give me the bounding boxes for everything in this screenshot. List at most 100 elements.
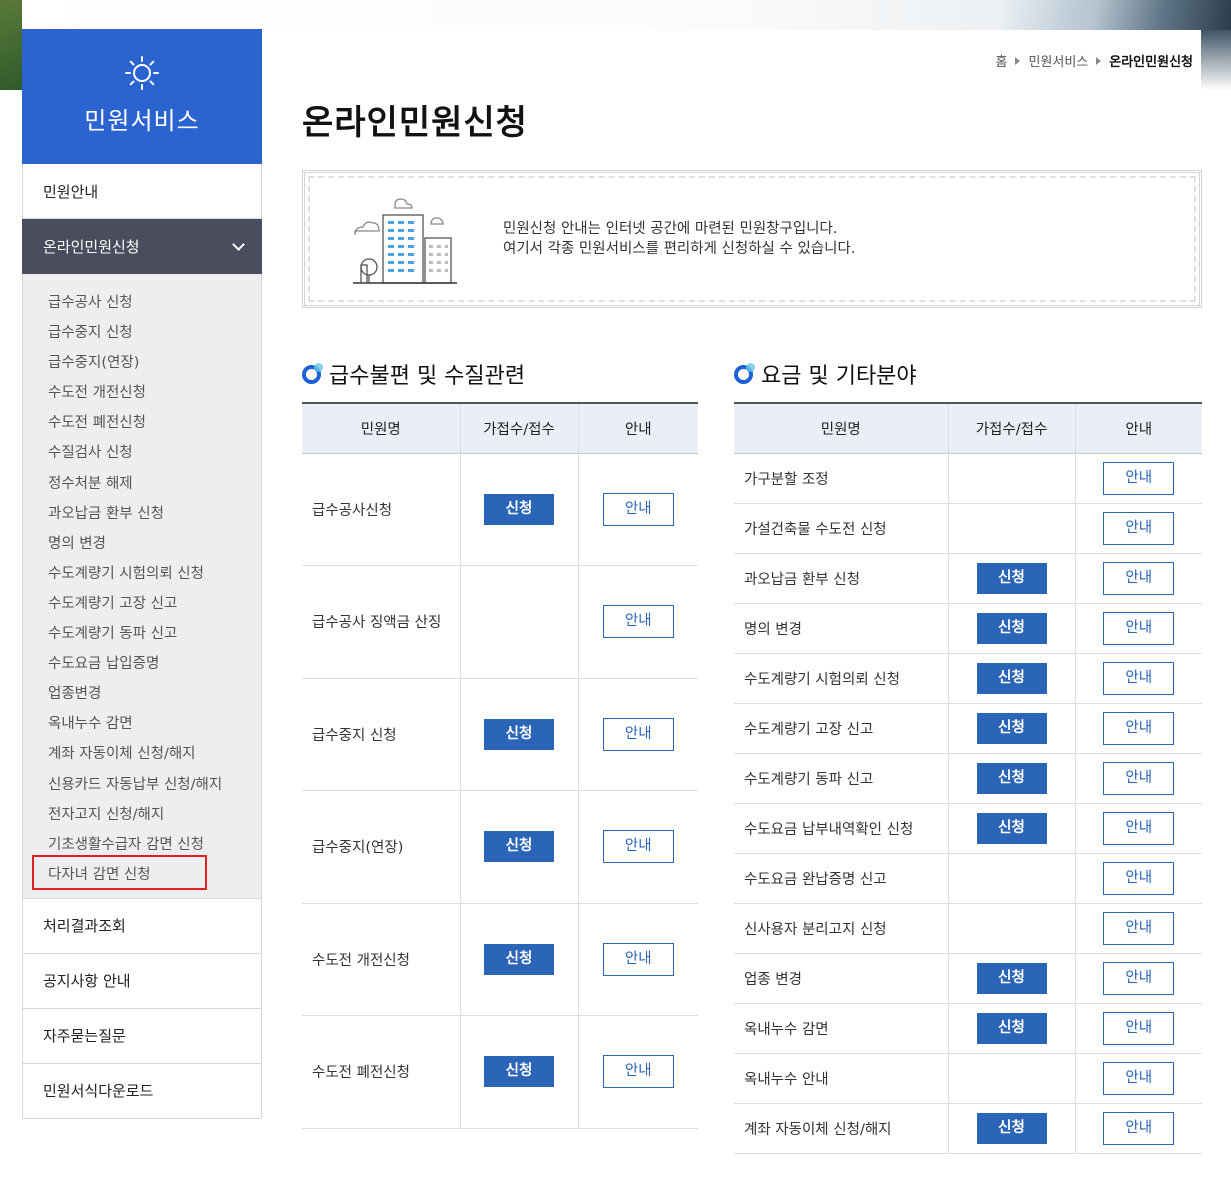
- submenu-item[interactable]: 수도전 개전신청: [23, 378, 261, 408]
- breadcrumb-home[interactable]: 홈: [995, 51, 1007, 70]
- apply-button[interactable]: 신청: [976, 1012, 1047, 1044]
- guide-button[interactable]: 안내: [1103, 961, 1175, 995]
- guide-button[interactable]: 안내: [1103, 461, 1175, 495]
- guide-button[interactable]: 안내: [602, 830, 674, 864]
- guide-button[interactable]: 안내: [602, 1055, 674, 1089]
- intro-box: 민원신청 안내는 인터넷 공간에 마련된 민원창구입니다. 여기서 각종 민원서…: [302, 170, 1202, 308]
- apply-button[interactable]: 신청: [976, 612, 1047, 644]
- apply-button[interactable]: 신청: [976, 1112, 1047, 1144]
- apply-button[interactable]: 신청: [976, 962, 1047, 994]
- apply-cell: [459, 565, 578, 679]
- section-title-fees: 요금 및 기타분야: [734, 358, 917, 390]
- submenu-item[interactable]: 급수중지(연장): [23, 348, 261, 378]
- submenu-item[interactable]: 수도계량기 시험의뢰 신청: [23, 559, 261, 589]
- table-row: 수도요금 납부내역확인 신청 신청 안내: [734, 803, 1202, 854]
- section-title-text: 급수불편 및 수질관련: [329, 364, 526, 389]
- guide-button[interactable]: 안내: [1103, 611, 1175, 645]
- service-name: 가구분할 조정: [734, 453, 948, 504]
- table-row: 계좌 자동이체 신청/해지 신청 안내: [734, 1103, 1202, 1154]
- table-row: 수도요금 완납증명 신고 안내: [734, 853, 1202, 904]
- guide-button[interactable]: 안내: [602, 717, 674, 751]
- guide-button[interactable]: 안내: [1103, 861, 1175, 895]
- sidebar-item-notice[interactable]: 공지사항 안내: [22, 953, 262, 1009]
- guide-cell: 안내: [1074, 553, 1202, 604]
- apply-button[interactable]: 신청: [976, 662, 1047, 694]
- guide-button[interactable]: 안내: [1103, 911, 1175, 945]
- apply-button[interactable]: 신청: [484, 493, 554, 525]
- apply-button[interactable]: 신청: [484, 943, 554, 975]
- submenu-item[interactable]: 과오납금 환부 신청: [23, 499, 261, 529]
- guide-cell: 안내: [1074, 453, 1202, 504]
- service-name: 수도전 폐전신청: [302, 1015, 460, 1129]
- submenu-item[interactable]: 신용카드 자동납부 신청/해지: [23, 770, 261, 800]
- sidebar-item-civil-guide[interactable]: 민원안내: [22, 164, 262, 219]
- service-name: 수도요금 납부내역확인 신청: [734, 803, 948, 854]
- guide-cell: 안내: [1074, 1103, 1202, 1154]
- submenu-item[interactable]: 수도요금 납입증명: [23, 649, 261, 679]
- table-row: 수도계량기 시험의뢰 신청 신청 안내: [734, 653, 1202, 704]
- apply-cell: 신청: [947, 703, 1075, 754]
- guide-cell: 안내: [1074, 503, 1202, 554]
- table-row: 수도계량기 고장 신고 신청 안내: [734, 703, 1202, 754]
- apply-button[interactable]: 신청: [976, 562, 1047, 594]
- table-row: 급수중지 신청 신청 안내: [302, 678, 698, 791]
- apply-button[interactable]: 신청: [976, 712, 1047, 744]
- guide-button[interactable]: 안내: [1103, 761, 1175, 795]
- breadcrumb-level1[interactable]: 민원서비스: [1028, 51, 1088, 70]
- guide-button[interactable]: 안내: [1103, 1011, 1175, 1045]
- sidebar-item-faq[interactable]: 자주묻는질문: [22, 1008, 262, 1064]
- table-row: 명의 변경 신청 안내: [734, 603, 1202, 654]
- guide-cell: 안내: [577, 903, 698, 1016]
- submenu-item[interactable]: 급수공사 신청: [23, 288, 261, 318]
- water-splash-decoration-2: [1201, 30, 1231, 90]
- submenu-item[interactable]: 업종변경: [23, 679, 261, 709]
- guide-button[interactable]: 안내: [1103, 711, 1175, 745]
- submenu-item[interactable]: 급수중지 신청: [23, 318, 261, 348]
- service-name: 급수중지 신청: [302, 678, 460, 791]
- sidebar-item-label: 온라인민원신청: [43, 237, 140, 256]
- submenu-item[interactable]: 수도전 폐전신청: [23, 408, 261, 438]
- guide-button[interactable]: 안내: [1103, 661, 1175, 695]
- guide-button[interactable]: 안내: [1103, 1061, 1175, 1095]
- apply-button[interactable]: 신청: [976, 812, 1047, 844]
- highlight-box: [32, 855, 207, 890]
- submenu-item[interactable]: 정수처분 해제: [23, 469, 261, 499]
- guide-button[interactable]: 안내: [1103, 511, 1175, 545]
- intro-line-1: 민원신청 안내는 인터넷 공간에 마련된 민원창구입니다.: [503, 221, 838, 237]
- service-name: 옥내누수 안내: [734, 1053, 948, 1104]
- submenu-item[interactable]: 옥내누수 감면: [23, 709, 261, 739]
- sidebar-item-online-application[interactable]: 온라인민원신청: [22, 219, 262, 274]
- apply-button[interactable]: 신청: [976, 762, 1047, 794]
- guide-cell: 안내: [1074, 1053, 1202, 1104]
- submenu-item[interactable]: 명의 변경: [23, 529, 261, 559]
- column-header: 가접수/접수: [459, 402, 578, 454]
- column-header: 민원명: [734, 402, 948, 454]
- submenu-item[interactable]: 계좌 자동이체 신청/해지: [23, 739, 261, 769]
- apply-button[interactable]: 신청: [484, 1056, 554, 1088]
- table-row: 업종 변경 신청 안내: [734, 953, 1202, 1004]
- apply-button[interactable]: 신청: [484, 718, 554, 750]
- sun-icon: [124, 55, 160, 91]
- guide-button[interactable]: 안내: [1103, 811, 1175, 845]
- breadcrumb-arrow-icon: [1015, 56, 1021, 65]
- apply-cell: 신청: [947, 1103, 1075, 1154]
- guide-button[interactable]: 안내: [602, 942, 674, 976]
- sidebar-submenu: 급수공사 신청 급수중지 신청 급수중지(연장) 수도전 개전신청 수도전 폐전…: [22, 274, 262, 899]
- guide-button[interactable]: 안내: [1103, 1111, 1175, 1145]
- submenu-item[interactable]: 수도계량기 동파 신고: [23, 619, 261, 649]
- service-name: 급수공사신청: [302, 453, 460, 566]
- submenu-item[interactable]: 수질검사 신청: [23, 438, 261, 468]
- submenu-item[interactable]: 수도계량기 고장 신고: [23, 589, 261, 619]
- table-row: 신사용자 분리고지 신청 안내: [734, 903, 1202, 954]
- apply-button[interactable]: 신청: [484, 831, 554, 863]
- guide-button[interactable]: 안내: [602, 605, 674, 639]
- guide-button[interactable]: 안내: [602, 492, 674, 526]
- sidebar-item-form-download[interactable]: 민원서식다운로드: [22, 1063, 262, 1119]
- service-name: 수도요금 완납증명 신고: [734, 853, 948, 904]
- sidebar-item-result-inquiry[interactable]: 처리결과조회: [22, 898, 262, 954]
- guide-cell: 안내: [577, 1015, 698, 1129]
- submenu-item[interactable]: 전자고지 신청/해지: [23, 800, 261, 830]
- water-service-table: 민원명 가접수/접수 안내 급수공사신청 신청 안내 급수공사 징액금 산징 안내 급수중…: [302, 402, 698, 1129]
- guide-button[interactable]: 안내: [1103, 561, 1175, 595]
- table-row: 급수공사 징액금 산징 안내: [302, 565, 698, 679]
